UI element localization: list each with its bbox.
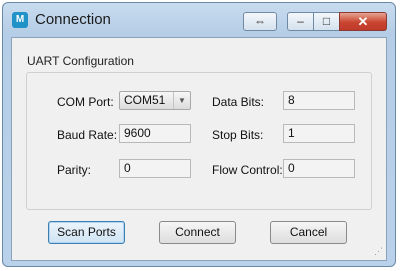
flow-control-label: Flow Control:: [212, 163, 283, 177]
cancel-button[interactable]: Cancel: [270, 221, 347, 244]
group-title: UART Configuration: [27, 54, 134, 68]
baud-rate-field[interactable]: 9600: [119, 124, 191, 143]
stop-bits-field[interactable]: 1: [283, 124, 355, 143]
connect-button[interactable]: Connect: [159, 221, 236, 244]
switch-window-button[interactable]: ⇔: [243, 12, 277, 31]
title-bar[interactable]: M Connection ⇔ – □ ✕: [3, 3, 395, 37]
baud-rate-label: Baud Rate:: [57, 128, 118, 142]
minimize-button[interactable]: –: [287, 12, 314, 31]
window-title: Connection: [35, 11, 111, 28]
data-bits-field[interactable]: 8: [283, 91, 355, 110]
minimize-icon: –: [297, 14, 304, 28]
close-icon: ✕: [357, 14, 369, 29]
com-port-value: COM51: [124, 93, 166, 107]
scan-ports-button[interactable]: Scan Ports: [48, 221, 125, 244]
connection-window: M Connection ⇔ – □ ✕ UART Configuration …: [2, 2, 396, 267]
com-port-label: COM Port:: [57, 95, 114, 109]
dialog-body: UART Configuration COM Port: COM51 ▼ Dat…: [11, 37, 387, 261]
switch-arrows-icon: ⇔: [254, 14, 266, 28]
chevron-down-icon[interactable]: ▼: [173, 92, 190, 109]
maximize-icon: □: [322, 14, 331, 28]
uart-configuration-group: COM Port: COM51 ▼ Data Bits: 8 Baud Rate…: [26, 72, 372, 210]
parity-field[interactable]: 0: [119, 159, 191, 178]
data-bits-label: Data Bits:: [212, 95, 265, 109]
parity-label: Parity:: [57, 163, 92, 177]
stop-bits-label: Stop Bits:: [212, 128, 264, 142]
com-port-select[interactable]: COM51 ▼: [119, 91, 191, 110]
maxim-logo-icon: M: [12, 12, 28, 28]
flow-control-field[interactable]: 0: [283, 159, 355, 178]
close-button[interactable]: ✕: [339, 12, 387, 31]
maximize-button[interactable]: □: [313, 12, 340, 31]
resize-grip-icon[interactable]: ⋰: [374, 246, 383, 257]
